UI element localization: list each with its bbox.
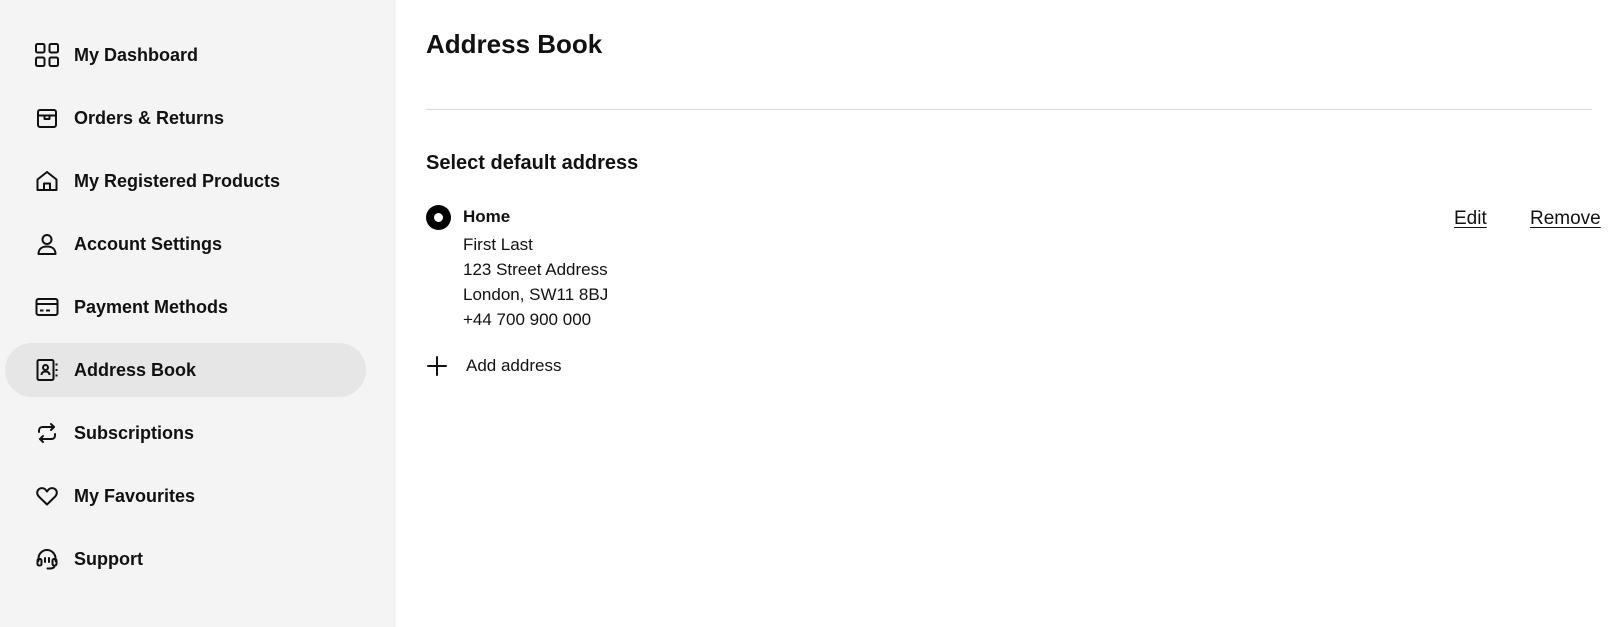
address-city-postcode: London, SW11 8BJ [463, 285, 609, 304]
sidebar-item-orders-returns[interactable]: Orders & Returns [5, 91, 366, 145]
sidebar-item-support[interactable]: Support [5, 532, 366, 586]
sidebar-item-my-dashboard[interactable]: My Dashboard [5, 28, 366, 82]
home-icon [34, 168, 60, 194]
sidebar-item-label: Orders & Returns [74, 107, 225, 128]
default-address-radio[interactable] [426, 205, 451, 230]
add-address-button[interactable]: Add address [426, 355, 561, 377]
app-window: My Dashboard Orders & Returns My Registe… [0, 0, 1621, 627]
sidebar-item-label: Account Settings [74, 233, 223, 254]
address-street: 123 Street Address [463, 260, 608, 279]
sidebar-item-address-book[interactable]: Address Book [5, 343, 366, 397]
sidebar-item-label: My Favourites [74, 485, 196, 506]
add-address-label: Add address [466, 356, 562, 375]
address-phone: +44 700 900 000 [463, 310, 592, 329]
sidebar-item-label: Support [74, 548, 143, 569]
plus-icon [426, 355, 448, 377]
credit-card-icon [34, 294, 60, 320]
sidebar-item-payment-methods[interactable]: Payment Methods [5, 280, 366, 334]
sidebar-item-account-settings[interactable]: Account Settings [5, 217, 366, 271]
main-content: Address Book Select default address Home… [396, 0, 1621, 627]
sidebar-item-label: Address Book [74, 359, 197, 380]
repeat-icon [34, 420, 60, 446]
sidebar-item-my-registered-products[interactable]: My Registered Products [5, 154, 366, 208]
sidebar-item-my-favourites[interactable]: My Favourites [5, 469, 366, 523]
radio-selected-dot [434, 213, 443, 222]
sidebar-item-label: Payment Methods [74, 296, 229, 317]
user-icon [34, 231, 60, 257]
sidebar: My Dashboard Orders & Returns My Registe… [0, 0, 396, 627]
sidebar-item-label: My Dashboard [74, 44, 199, 65]
divider [426, 109, 1592, 110]
sidebar-item-label: My Registered Products [74, 170, 281, 191]
box-icon [34, 105, 60, 131]
address-name: Home [463, 207, 511, 226]
contact-book-icon [34, 357, 60, 383]
section-title: Select default address [426, 152, 639, 174]
address-recipient: First Last [463, 235, 533, 254]
edit-address-link[interactable]: Edit [1454, 208, 1487, 230]
heart-icon [34, 483, 60, 509]
headset-icon [34, 546, 60, 572]
page-title: Address Book [426, 29, 603, 59]
remove-address-link[interactable]: Remove [1530, 208, 1601, 230]
sidebar-item-subscriptions[interactable]: Subscriptions [5, 406, 366, 460]
sidebar-item-label: Subscriptions [74, 422, 195, 443]
grid-icon [34, 42, 60, 68]
